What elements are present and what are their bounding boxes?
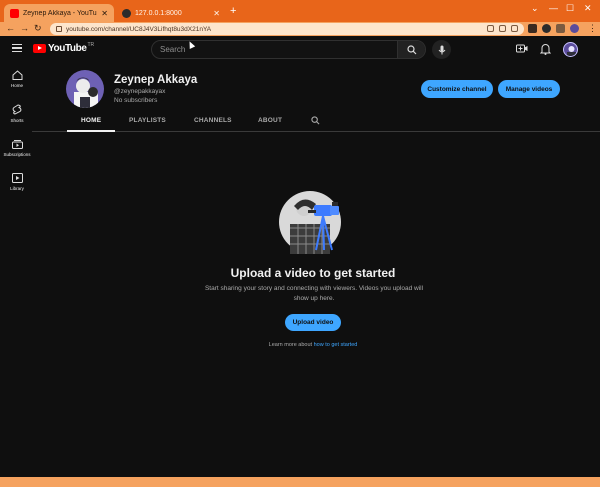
microphone-icon — [438, 45, 445, 54]
forward-icon[interactable]: → — [20, 23, 29, 33]
tab-search-icon[interactable]: ⌄ — [531, 3, 539, 14]
extension-icon[interactable] — [542, 24, 551, 33]
install-app-icon[interactable] — [487, 25, 494, 32]
channel-search-icon[interactable] — [311, 116, 320, 125]
browser-menu-icon[interactable]: ⋮ — [588, 23, 597, 34]
search-button[interactable] — [397, 41, 425, 58]
notifications-bell-icon[interactable] — [540, 43, 551, 55]
learn-more-text: Learn more about how to get started — [0, 342, 600, 348]
tab-channels[interactable]: CHANNELS — [194, 117, 232, 124]
tab-about[interactable]: ABOUT — [258, 117, 282, 124]
sidebar-icon[interactable] — [556, 24, 565, 33]
browser-tab-youtube[interactable]: Zeynep Akkaya - YouTube ✕ — [4, 4, 114, 22]
share-icon[interactable] — [499, 25, 506, 32]
manage-videos-button[interactable]: Manage videos — [498, 80, 560, 98]
channel-avatar[interactable] — [66, 70, 104, 108]
youtube-play-icon — [33, 44, 46, 53]
learn-more-prefix: Learn more about — [268, 342, 313, 348]
close-window-icon[interactable]: ✕ — [584, 3, 592, 14]
new-tab-icon[interactable]: + — [230, 5, 236, 17]
youtube-wordmark: YouTube — [48, 43, 87, 54]
search-icon — [406, 44, 416, 54]
create-video-icon[interactable] — [516, 43, 528, 54]
sidebar-item-home[interactable]: Home — [2, 70, 32, 88]
avatar-illustration-icon — [567, 46, 576, 56]
browser-tab-title: Zeynep Akkaya - YouTube — [23, 9, 98, 17]
customize-channel-button[interactable]: Customize channel — [421, 80, 493, 98]
account-avatar[interactable] — [563, 42, 578, 57]
hamburger-menu-icon[interactable] — [12, 44, 22, 52]
address-bar[interactable]: youtube.com/channel/UC8J4V3Lifhqt8u3dX21… — [50, 23, 524, 35]
channel-avatar-illustration-icon — [74, 77, 98, 108]
sidebar-item-subscriptions[interactable]: Subscriptions — [2, 139, 32, 157]
sidebar-item-label: Shorts — [10, 118, 24, 123]
camera-operator-illustration — [279, 191, 341, 254]
channel-name: Zeynep Akkaya — [114, 74, 198, 86]
browser-tab-strip: Zeynep Akkaya - YouTube ✕ 127.0.0.1:8000… — [0, 0, 600, 22]
subscriptions-icon — [11, 140, 23, 149]
browser-toolbar: ← → ↻ youtube.com/channel/UC8J4V3Lifhqt8… — [0, 22, 600, 36]
profile-icon[interactable] — [570, 24, 579, 33]
back-icon[interactable]: ← — [6, 23, 15, 33]
upload-video-button[interactable]: Upload video — [285, 314, 341, 331]
youtube-logo[interactable]: YouTube TR — [33, 42, 95, 54]
tab-home[interactable]: HOME — [81, 117, 101, 124]
sidebar-item-label: Home — [10, 83, 23, 88]
voice-search-button[interactable] — [432, 40, 451, 59]
extensions-icon[interactable] — [528, 24, 537, 33]
channel-handle: @zeynepakkayax — [114, 88, 166, 95]
shorts-icon — [12, 104, 22, 115]
country-code: TR — [87, 42, 95, 48]
browser-bottom-frame — [0, 477, 600, 487]
sidebar-item-label: Subscriptions — [3, 152, 31, 157]
sidebar-item-library[interactable]: Library — [2, 173, 32, 191]
subscriber-count: No subscribers — [114, 97, 158, 104]
globe-favicon-icon — [122, 8, 131, 18]
browser-tab-localhost[interactable]: 127.0.0.1:8000 ✕ — [116, 4, 226, 22]
tab-playlists[interactable]: PLAYLISTS — [129, 117, 166, 124]
empty-state-title: Upload a video to get started — [230, 266, 396, 280]
url-text: youtube.com/channel/UC8J4V3Lifhqt8u3dX21… — [66, 25, 212, 33]
channel-tabs: HOME PLAYLISTS CHANNELS ABOUT — [32, 112, 600, 132]
library-icon — [11, 173, 23, 183]
reload-icon[interactable]: ↻ — [34, 23, 42, 34]
close-tab-icon[interactable]: ✕ — [101, 9, 108, 18]
youtube-favicon-icon — [10, 8, 19, 18]
browser-tab-title: 127.0.0.1:8000 — [135, 9, 182, 17]
sidebar-item-shorts[interactable]: Shorts — [2, 104, 32, 123]
get-started-link[interactable]: how to get started — [314, 342, 358, 348]
maximize-icon[interactable]: ☐ — [566, 3, 574, 14]
close-tab-icon[interactable]: ✕ — [213, 9, 220, 18]
minimize-icon[interactable]: — — [549, 3, 558, 13]
home-icon — [12, 70, 22, 80]
bookmark-star-icon[interactable] — [511, 25, 518, 32]
sidebar-item-label: Library — [10, 186, 24, 191]
youtube-page: YouTube TR Home Shorts Subscriptions Lib… — [0, 36, 600, 477]
empty-state-description: Start sharing your story and connecting … — [204, 285, 424, 302]
active-tab-indicator — [67, 130, 115, 132]
lock-icon — [56, 26, 62, 32]
